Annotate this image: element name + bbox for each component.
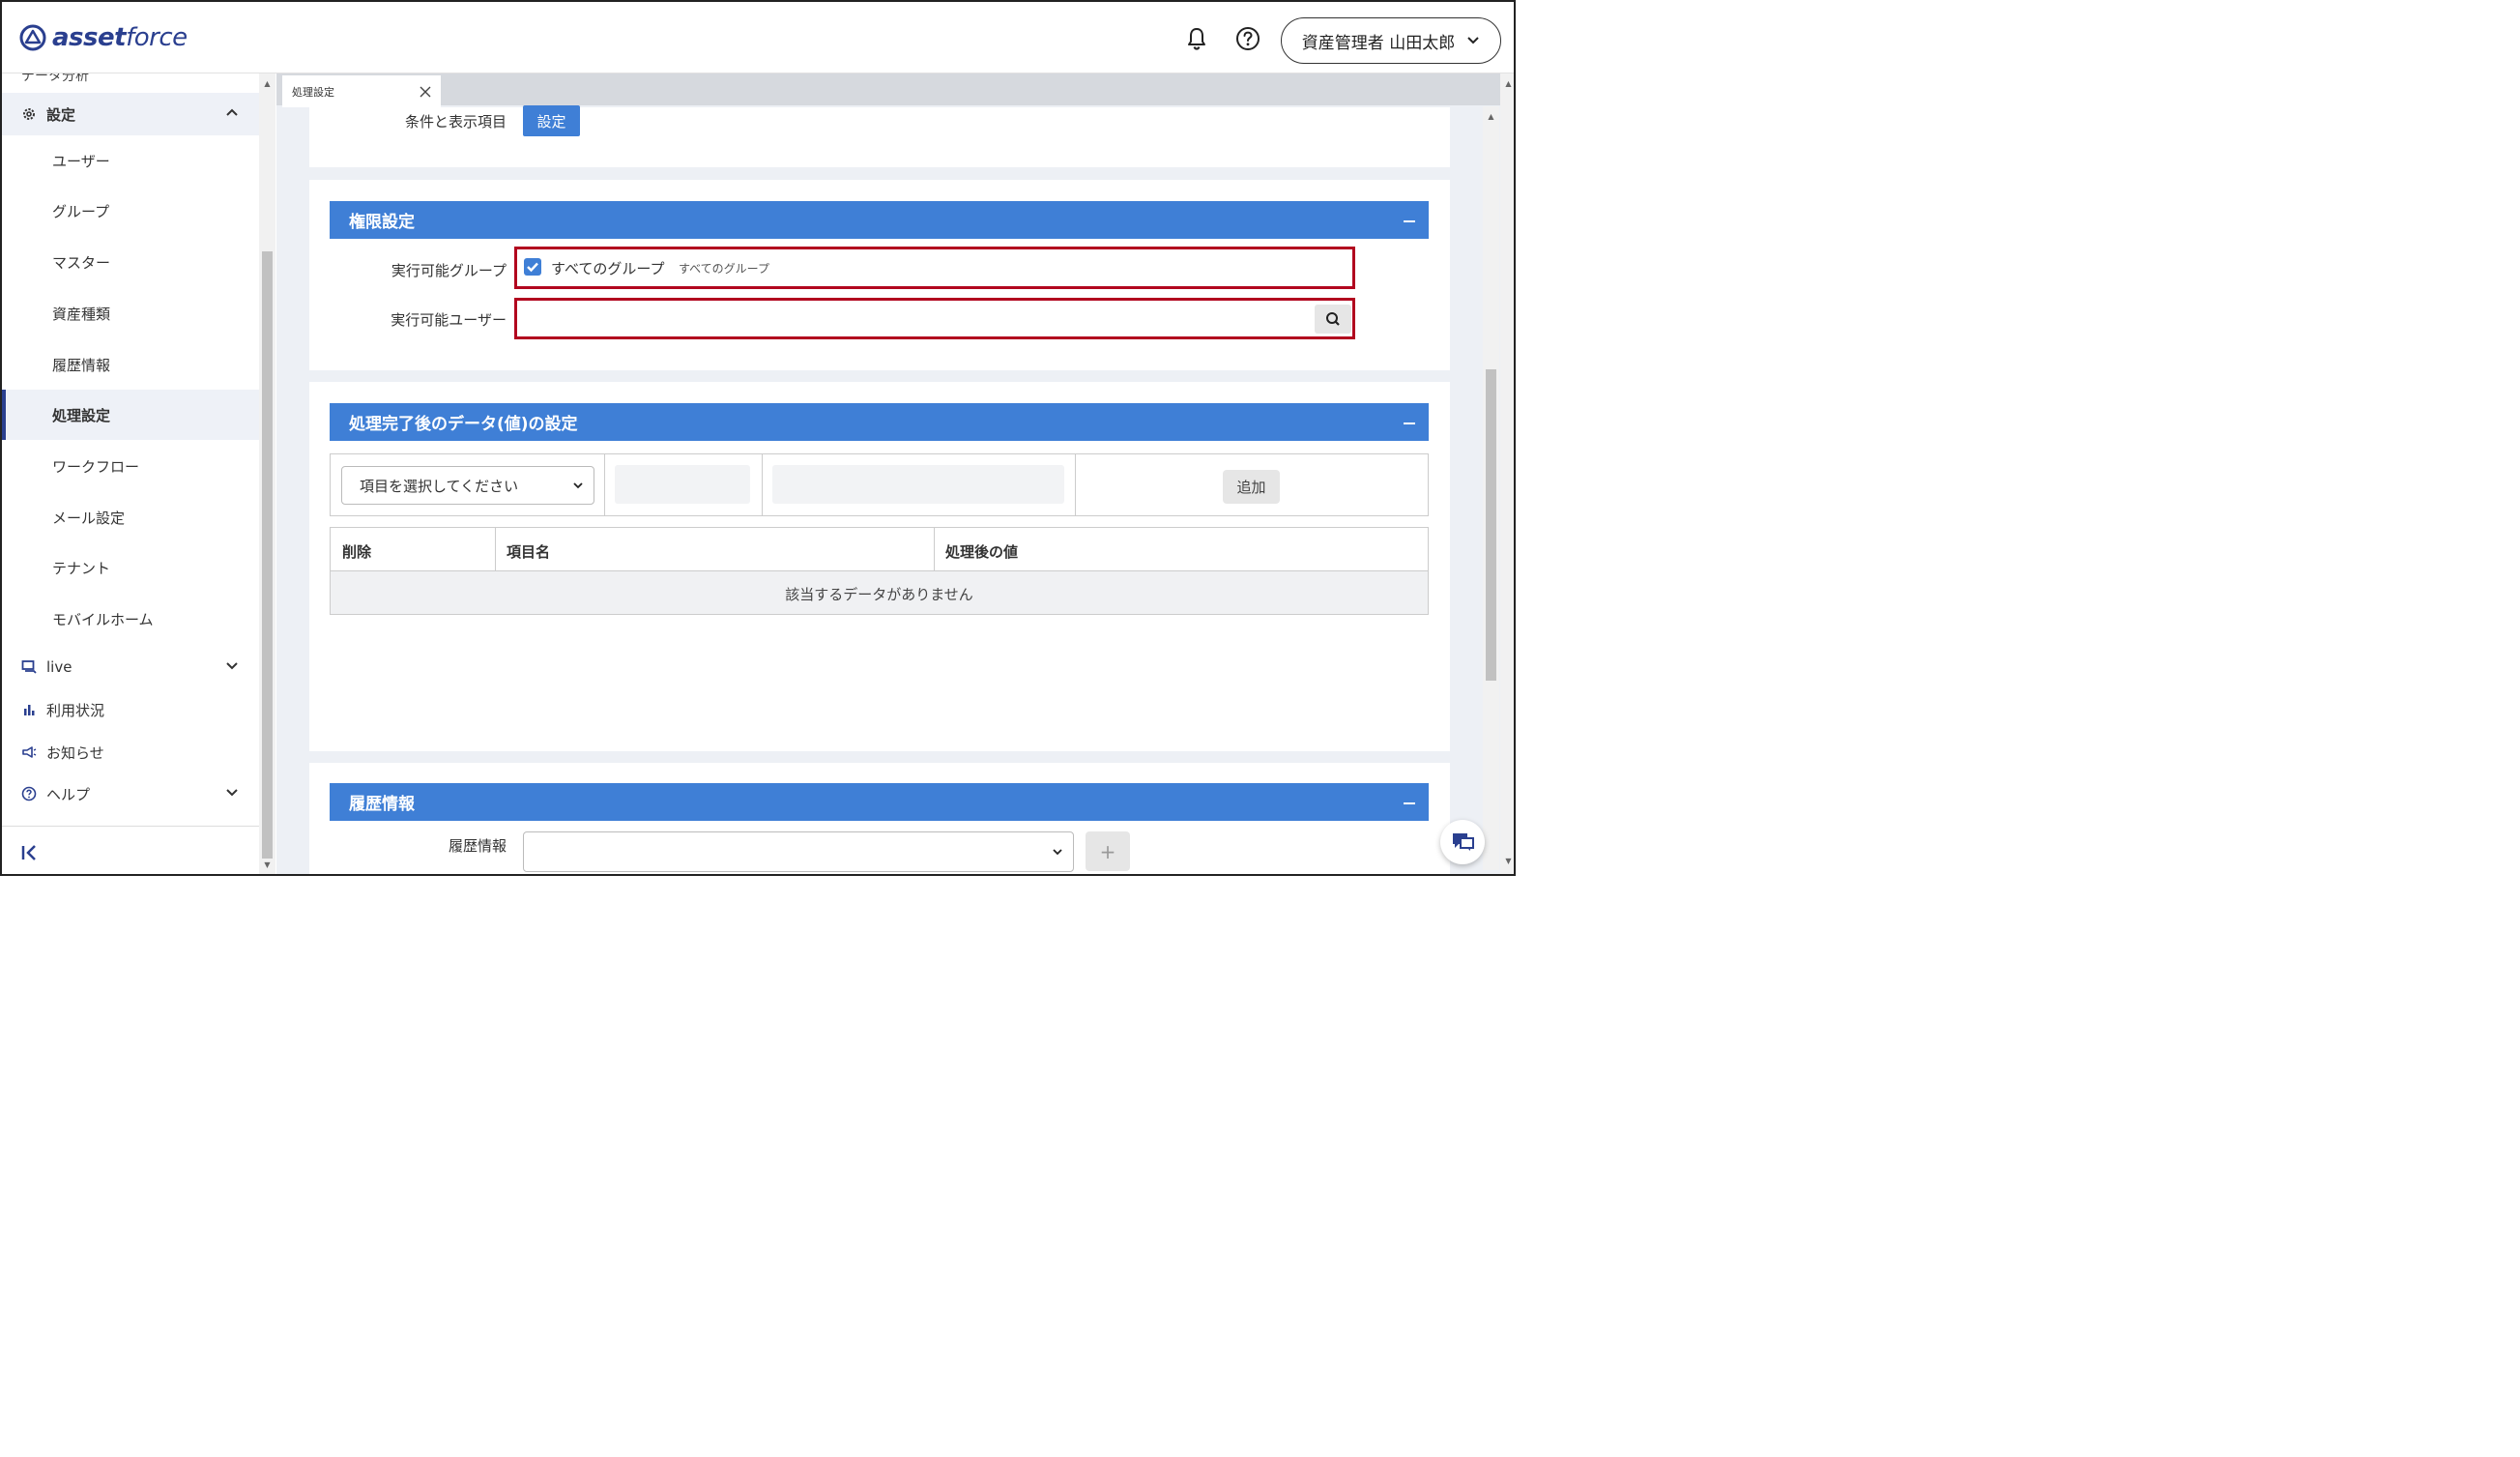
search-icon: [1326, 312, 1340, 326]
app-window: assetforce 資産管理者 山田太郎 データ分析 設定 ユーザー グループ…: [0, 0, 1516, 876]
collapse-sidebar-icon[interactable]: [19, 841, 43, 864]
scroll-down-arrow-icon[interactable]: ▼: [262, 860, 273, 870]
sidebar-item-live[interactable]: live: [2, 648, 259, 686]
item-select[interactable]: 項目を選択してください: [341, 466, 594, 505]
all-groups-checkbox[interactable]: [524, 258, 541, 276]
history-card: 履歴情報 履歴情報 +: [309, 763, 1450, 874]
all-groups-note: すべてのグループ: [679, 262, 769, 276]
conditions-label: 条件と表示項目: [404, 113, 507, 131]
check-icon: [527, 262, 538, 273]
operator-field[interactable]: [615, 465, 750, 504]
post-process-title: 処理完了後のデータ(値)の設定: [349, 415, 578, 434]
post-process-section-header[interactable]: 処理完了後のデータ(値)の設定: [330, 403, 1429, 441]
collapse-minus-icon[interactable]: [1404, 220, 1415, 222]
history-add-button[interactable]: +: [1086, 831, 1130, 871]
add-button[interactable]: 追加: [1223, 470, 1280, 504]
table-header-after-value: 処理後の値: [945, 543, 1019, 561]
executable-user-field[interactable]: [514, 298, 1355, 339]
sidebar-item-workflow[interactable]: ワークフロー: [2, 441, 259, 491]
history-title: 履歴情報: [349, 795, 415, 814]
executable-group-label: 実行可能グループ: [391, 262, 507, 279]
all-groups-checkbox-label[interactable]: すべてのグループ: [551, 258, 664, 278]
chevron-down-icon[interactable]: [224, 657, 240, 673]
sidebar-item-usage[interactable]: 利用状況: [2, 690, 259, 729]
sidebar-item-mobile-home[interactable]: モバイルホーム: [2, 594, 259, 644]
conditions-card: 条件と表示項目 設定: [309, 105, 1450, 167]
sidebar-item-label: お知らせ: [46, 743, 104, 762]
sidebar: データ分析 設定 ユーザー グループ マスター 資産種類 履歴情報 処理設定 ワ…: [2, 73, 259, 874]
bar-chart-icon: [24, 705, 35, 715]
user-search-button[interactable]: [1315, 305, 1351, 334]
post-process-card: 処理完了後のデータ(値)の設定 項目を選択してください 追加 削除 項目名 処理…: [309, 382, 1450, 751]
sidebar-item-process-settings[interactable]: 処理設定: [2, 390, 259, 440]
sidebar-item-asset-types[interactable]: 資産種類: [2, 288, 259, 338]
sidebar-item-label: live: [46, 658, 72, 676]
scroll-up-arrow-icon[interactable]: ▲: [262, 79, 273, 89]
sidebar-item-history[interactable]: 履歴情報: [2, 339, 259, 390]
permission-card: 権限設定 実行可能グループ すべてのグループ すべてのグループ 実行可能ユーザー: [309, 180, 1450, 370]
collapse-minus-icon[interactable]: [1404, 423, 1415, 424]
close-icon[interactable]: [420, 86, 431, 98]
executable-user-label: 実行可能ユーザー: [391, 311, 507, 329]
header: assetforce 資産管理者 山田太郎: [2, 2, 1514, 73]
sidebar-item-settings[interactable]: 設定: [2, 93, 259, 135]
sidebar-item-mail-settings[interactable]: メール設定: [2, 492, 259, 542]
sidebar-item-label: 設定: [46, 105, 76, 124]
table-header-delete: 削除: [342, 543, 372, 561]
executable-group-field: すべてのグループ すべてのグループ: [514, 247, 1355, 289]
sidebar-item-label: ヘルプ: [46, 785, 91, 803]
sidebar-item-help[interactable]: ヘルプ: [2, 774, 259, 813]
scroll-down-arrow-icon[interactable]: ▼: [1503, 857, 1514, 866]
sidebar-item-tenant[interactable]: テナント: [2, 542, 259, 593]
collapse-minus-icon[interactable]: [1404, 802, 1415, 804]
megaphone-icon: [22, 746, 37, 758]
live-chat-icon: [21, 660, 37, 674]
sidebar-item-groups[interactable]: グループ: [2, 186, 259, 236]
logo-icon: [19, 24, 46, 51]
logo-text: assetforce: [52, 23, 188, 52]
chevron-down-icon: [1053, 849, 1062, 856]
chevron-down-icon[interactable]: [224, 784, 240, 800]
value-field[interactable]: [772, 465, 1064, 504]
permission-title: 権限設定: [349, 213, 415, 232]
sidebar-item-data-analysis[interactable]: データ分析: [21, 73, 89, 85]
conditions-settings-button[interactable]: 設定: [523, 105, 580, 136]
item-select-placeholder: 項目を選択してください: [360, 477, 519, 495]
scroll-up-arrow-icon[interactable]: ▲: [1503, 79, 1514, 89]
help-circle-icon: [21, 786, 37, 801]
help-icon[interactable]: [1234, 25, 1261, 52]
permission-section-header[interactable]: 権限設定: [330, 201, 1429, 239]
chevron-down-icon: [1467, 37, 1479, 44]
sidebar-divider: [2, 826, 259, 827]
sidebar-item-users[interactable]: ユーザー: [2, 135, 259, 186]
notification-bell-icon[interactable]: [1183, 25, 1210, 52]
tab-label: 処理設定: [292, 85, 334, 99]
sidebar-item-label: 利用状況: [46, 701, 105, 719]
sidebar-item-master[interactable]: マスター: [2, 237, 259, 287]
chat-button[interactable]: [1440, 820, 1485, 864]
sidebar-item-notices[interactable]: お知らせ: [2, 733, 259, 772]
user-menu-button[interactable]: 資産管理者 山田太郎: [1281, 17, 1501, 64]
chevron-up-icon[interactable]: [224, 104, 240, 120]
gear-icon: [23, 108, 35, 120]
table-header-item-name: 項目名: [507, 543, 551, 561]
chevron-down-icon: [573, 482, 583, 489]
user-name: 資産管理者 山田太郎: [1301, 33, 1456, 53]
tab-process-settings[interactable]: 処理設定: [282, 75, 441, 107]
sidebar-scrollbar-thumb[interactable]: [262, 251, 273, 859]
chat-icon: [1453, 833, 1474, 851]
post-process-table: 削除 項目名 処理後の値 該当するデータがありません: [330, 527, 1429, 615]
scroll-up-arrow-icon[interactable]: ▲: [1486, 112, 1496, 122]
tab-bar: [276, 73, 1500, 105]
history-field-label: 履歴情報: [448, 837, 507, 855]
history-select[interactable]: [523, 831, 1074, 872]
window-scrollbar[interactable]: [1500, 73, 1514, 874]
logo[interactable]: assetforce: [19, 23, 188, 52]
table-empty-message: 該当するデータがありません: [785, 586, 973, 603]
history-section-header[interactable]: 履歴情報: [330, 783, 1429, 821]
content-scrollbar-thumb[interactable]: [1486, 369, 1496, 681]
